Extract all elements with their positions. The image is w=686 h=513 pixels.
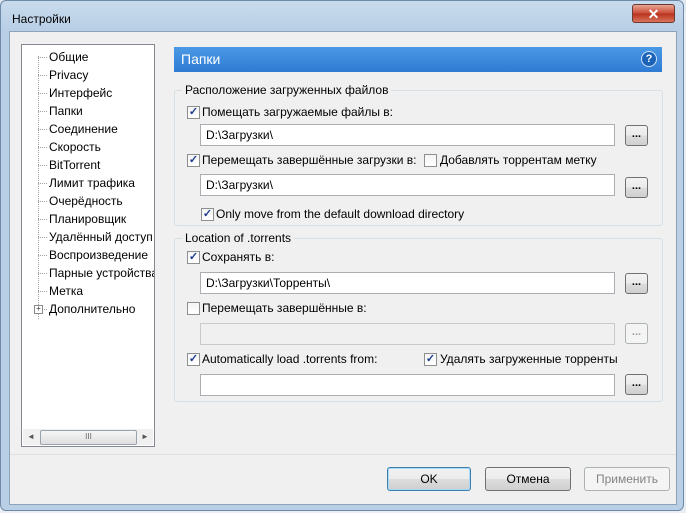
window-title: Настройки bbox=[12, 12, 71, 26]
tree-connector-branch bbox=[38, 201, 47, 202]
cancel-button[interactable]: Отмена bbox=[485, 467, 571, 491]
tree-item[interactable]: Скорость bbox=[49, 139, 101, 155]
ok-button[interactable]: OK bbox=[387, 467, 471, 491]
tree-item[interactable]: Privacy bbox=[49, 67, 88, 83]
tree-connector-branch bbox=[38, 111, 47, 112]
tree-item[interactable]: Лимит трафика bbox=[49, 175, 135, 191]
tree-item[interactable]: Планировщик bbox=[49, 211, 126, 227]
downloads-group-label: Расположение загруженных файлов bbox=[182, 83, 392, 97]
autoload-label: Automatically load .torrents from: bbox=[202, 352, 378, 366]
help-icon[interactable]: ? bbox=[641, 51, 657, 67]
move-completed-label: Перемещать завершённые загрузки в: bbox=[202, 153, 417, 167]
tree-item[interactable]: Папки bbox=[49, 103, 83, 119]
tree-connector-branch bbox=[38, 129, 47, 130]
move-completed-checkbox[interactable]: ✓ bbox=[187, 154, 200, 167]
store-torrents-path-input[interactable]: D:\Загрузки\Торренты\ bbox=[200, 272, 615, 294]
panel-title: Папки bbox=[181, 51, 221, 67]
scroll-left-arrow-icon[interactable]: ◄ bbox=[23, 429, 39, 445]
tree-expand-icon[interactable]: + bbox=[34, 305, 43, 314]
delete-loaded-label: Удалять загруженные торренты bbox=[440, 352, 618, 366]
append-label-label: Добавлять торрентам метку bbox=[440, 153, 597, 167]
tree-connector-branch bbox=[38, 147, 47, 148]
move-completed-path-input[interactable]: D:\Загрузки\ bbox=[200, 174, 615, 196]
store-torrents-checkbox[interactable]: ✓ bbox=[187, 251, 200, 264]
category-tree: Общие Privacy Интерфейс Папки Соединение Скор… bbox=[21, 44, 155, 447]
tree-connector-branch bbox=[38, 57, 47, 58]
tree-connector-branch bbox=[38, 165, 47, 166]
only-move-default-checkbox[interactable]: ✓ bbox=[201, 208, 214, 221]
tree-connector-branch bbox=[38, 183, 47, 184]
only-move-default-label: Only move from the default download dire… bbox=[216, 207, 465, 221]
scroll-thumb[interactable]: III bbox=[40, 430, 137, 445]
move-completed-browse-button[interactable]: ... bbox=[625, 177, 648, 198]
close-button[interactable]: ✕ bbox=[632, 4, 675, 23]
put-new-label: Помещать загружаемые файлы в: bbox=[202, 105, 393, 119]
panel-header: Папки ? bbox=[174, 47, 662, 72]
tree-item[interactable]: Парные устройства bbox=[49, 265, 154, 281]
title-bar[interactable]: Настройки ✕ bbox=[1, 1, 685, 31]
append-label-checkbox[interactable] bbox=[424, 154, 437, 167]
tree-horizontal-scrollbar[interactable]: ◄ III ► bbox=[23, 429, 153, 445]
tree-connector-branch bbox=[38, 273, 47, 274]
footer-divider bbox=[10, 454, 676, 455]
check-icon: ✓ bbox=[188, 251, 199, 263]
check-icon: ✓ bbox=[425, 353, 436, 365]
tree-connector-branch bbox=[38, 93, 47, 94]
put-new-path-input[interactable]: D:\Загрузки\ bbox=[200, 124, 615, 146]
put-new-browse-button[interactable]: ... bbox=[625, 125, 648, 146]
check-icon: ✓ bbox=[188, 154, 199, 166]
store-torrents-browse-button[interactable]: ... bbox=[625, 273, 648, 294]
tree-item[interactable]: BitTorrent bbox=[49, 157, 100, 173]
tree-connector-branch bbox=[38, 237, 47, 238]
tree-connector bbox=[38, 56, 39, 319]
tree-item[interactable]: Очерёдность bbox=[49, 193, 123, 209]
tree-item[interactable]: Воспроизведение bbox=[49, 247, 148, 263]
tree-item[interactable]: Соединение bbox=[49, 121, 118, 137]
torrents-group-label: Location of .torrents bbox=[182, 231, 295, 245]
store-torrents-label: Сохранять в: bbox=[202, 250, 275, 264]
tree-item[interactable]: Метка bbox=[49, 283, 83, 299]
tree-item[interactable]: Интерфейс bbox=[49, 85, 112, 101]
settings-dialog: Настройки ✕ Общие Privacy Интерфейс Папки Со… bbox=[0, 0, 684, 511]
close-icon: ✕ bbox=[647, 6, 660, 22]
move-completed-torrents-label: Перемещать завершённые в: bbox=[202, 301, 367, 315]
check-icon: ✓ bbox=[188, 106, 199, 118]
tree-item[interactable]: Удалённый доступ bbox=[49, 229, 153, 245]
tree-connector-branch bbox=[38, 255, 47, 256]
tree-connector-branch bbox=[38, 291, 47, 292]
tree-item[interactable]: Дополнительно bbox=[49, 301, 135, 317]
delete-loaded-checkbox[interactable]: ✓ bbox=[424, 353, 437, 366]
check-icon: ✓ bbox=[188, 353, 199, 365]
dialog-client-area: Общие Privacy Интерфейс Папки Соединение Скор… bbox=[9, 31, 677, 505]
tree-item[interactable]: Общие bbox=[49, 49, 88, 65]
move-completed-torrents-checkbox[interactable] bbox=[187, 302, 200, 315]
scroll-right-arrow-icon[interactable]: ► bbox=[137, 429, 153, 445]
autoload-checkbox[interactable]: ✓ bbox=[187, 353, 200, 366]
tree-connector-branch bbox=[38, 75, 47, 76]
autoload-path-input[interactable] bbox=[200, 374, 615, 396]
check-icon: ✓ bbox=[202, 208, 213, 220]
move-completed-torrents-path-input[interactable] bbox=[200, 323, 615, 345]
autoload-browse-button[interactable]: ... bbox=[625, 374, 648, 395]
put-new-checkbox[interactable]: ✓ bbox=[187, 106, 200, 119]
move-completed-torrents-browse-button[interactable]: ... bbox=[625, 323, 648, 344]
tree-connector-branch bbox=[38, 219, 47, 220]
apply-button[interactable]: Применить bbox=[584, 467, 670, 491]
